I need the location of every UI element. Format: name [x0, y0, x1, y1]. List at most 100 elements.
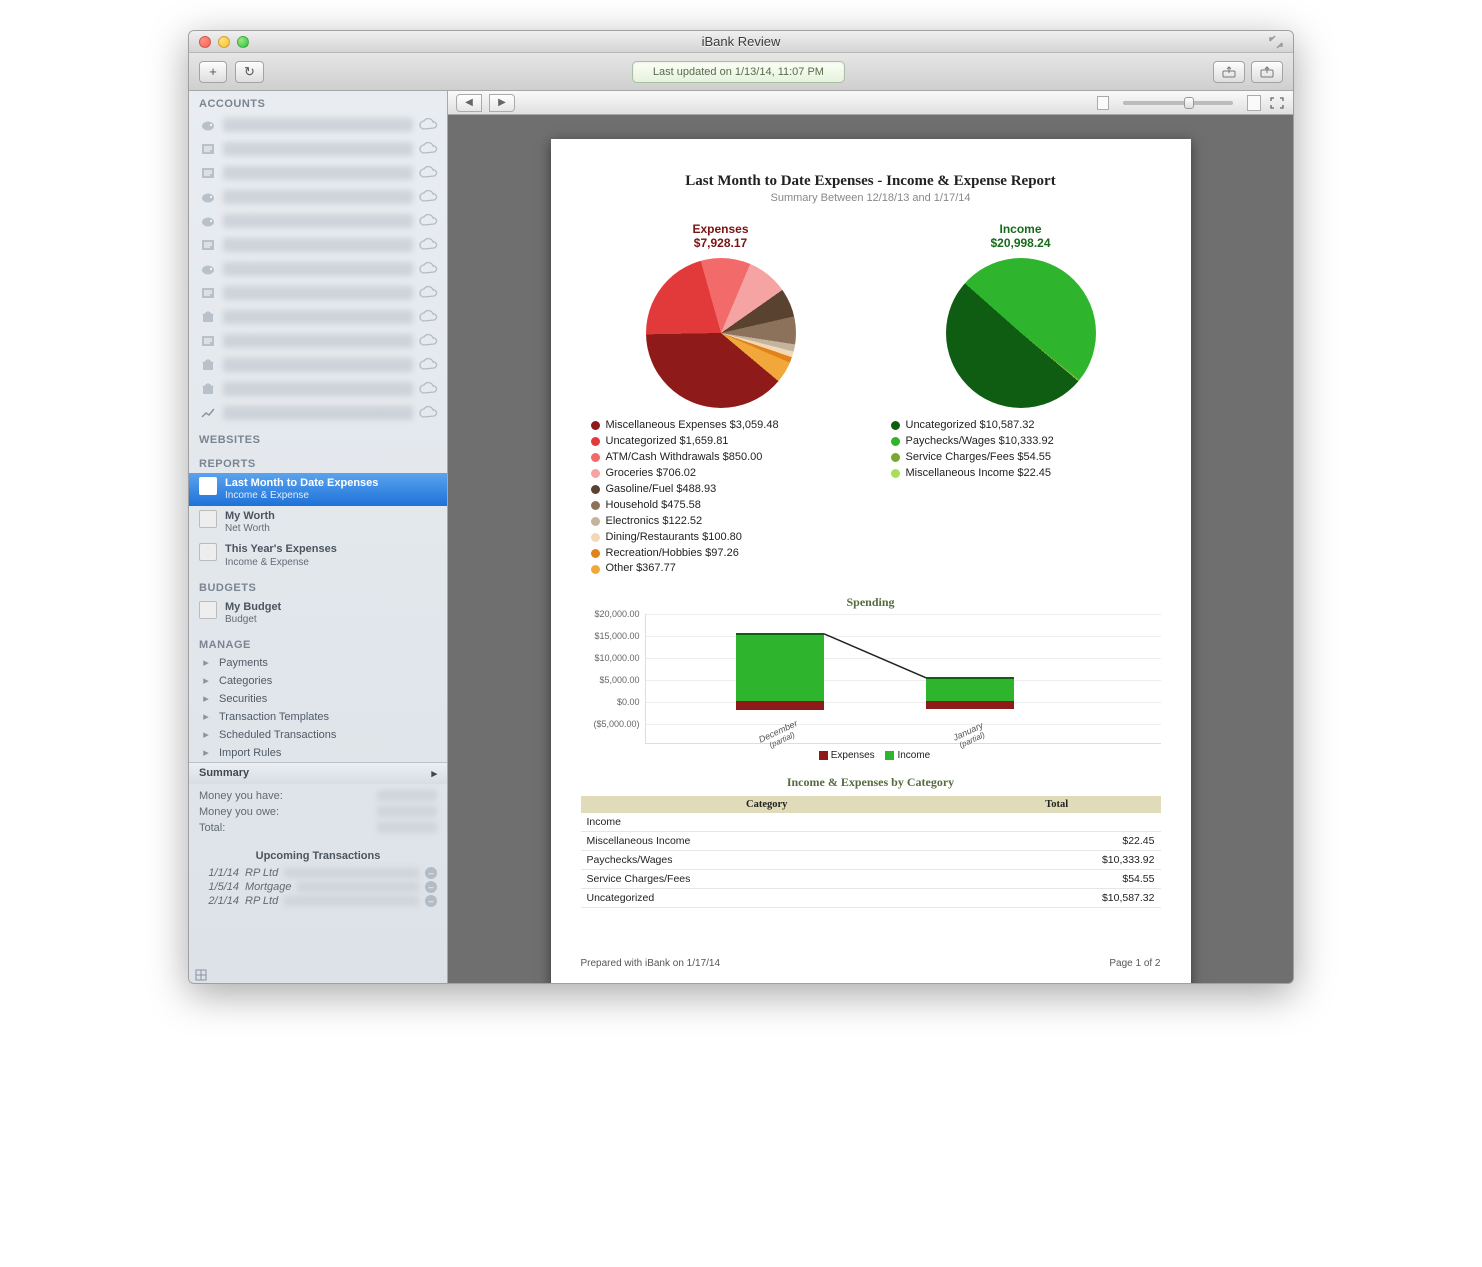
account-name-blurred — [223, 118, 413, 132]
report-sub-label: Income & Expense — [225, 557, 337, 569]
zoom-thumb[interactable] — [1184, 97, 1194, 109]
upcoming-name: RP Ltd — [245, 895, 278, 907]
bar-legend: Expenses Income — [581, 750, 1161, 761]
page-forward-button[interactable]: ▶ — [489, 94, 515, 112]
y-tick-label: $5,000.00 — [576, 675, 640, 685]
account-icon — [199, 212, 217, 230]
account-icon — [199, 308, 217, 326]
summary-key: Total: — [199, 822, 225, 834]
cloud-icon — [419, 262, 439, 276]
legend-row: Household $475.58 — [591, 498, 851, 514]
legend-row: Miscellaneous Income $22.45 — [891, 466, 1151, 482]
legend-swatch — [591, 453, 600, 462]
account-name-blurred — [223, 358, 413, 372]
manage-label: Scheduled Transactions — [219, 729, 336, 741]
legend-text: Gasoline/Fuel $488.93 — [606, 482, 717, 498]
y-tick-label: $20,000.00 — [576, 609, 640, 619]
account-name-blurred — [223, 238, 413, 252]
cloud-icon — [419, 118, 439, 132]
report-item[interactable]: This Year's Expenses Income & Expense — [189, 539, 447, 572]
dismiss-icon[interactable]: – — [425, 867, 437, 879]
account-name-blurred — [223, 190, 413, 204]
legend-row: Recreation/Hobbies $97.26 — [591, 546, 851, 562]
account-row[interactable] — [189, 185, 447, 209]
cell-total — [953, 813, 1161, 832]
income-label: Income — [999, 222, 1041, 236]
account-row[interactable] — [189, 377, 447, 401]
document-viewer[interactable]: Last Month to Date Expenses - Income & E… — [448, 115, 1293, 983]
share-button[interactable] — [1251, 61, 1283, 83]
spending-head: Spending — [581, 595, 1161, 610]
manage-item[interactable]: ▸Securities — [189, 690, 447, 708]
viewer-toolbar: ◀ ▶ — [448, 91, 1293, 115]
income-total: $20,998.24 — [891, 236, 1151, 250]
report-title-label: My Worth — [225, 510, 275, 523]
manage-item[interactable]: ▸Transaction Templates — [189, 708, 447, 726]
sidebar-head-manage: MANAGE — [189, 636, 447, 654]
expenses-label: Expenses — [692, 222, 748, 236]
page-large-icon[interactable] — [1247, 95, 1261, 111]
upcoming-row[interactable]: 1/1/14RP Ltd– — [199, 866, 437, 880]
manage-item[interactable]: ▸Categories — [189, 672, 447, 690]
y-tick-label: $15,000.00 — [576, 631, 640, 641]
legend-swatch — [591, 501, 600, 510]
legend-row: Other $367.77 — [591, 561, 851, 577]
upcoming-row[interactable]: 2/1/14 RP Ltd – — [199, 894, 437, 908]
upcoming-head: Upcoming Transactions — [199, 850, 437, 862]
summary-key: Money you have: — [199, 790, 283, 802]
account-row[interactable] — [189, 137, 447, 161]
account-row[interactable] — [189, 329, 447, 353]
legend-text: Household $475.58 — [606, 498, 701, 514]
page-small-icon[interactable] — [1097, 96, 1109, 110]
dismiss-icon[interactable]: – — [425, 895, 437, 907]
legend-row: ATM/Cash Withdrawals $850.00 — [591, 450, 851, 466]
report-item[interactable]: My Worth Net Worth — [189, 506, 447, 539]
account-row[interactable] — [189, 257, 447, 281]
zoom-slider[interactable] — [1123, 101, 1233, 105]
report-item[interactable]: Last Month to Date Expenses Income & Exp… — [189, 473, 447, 506]
upcoming-date: 2/1/14 — [199, 895, 239, 907]
account-row[interactable] — [189, 113, 447, 137]
account-row[interactable] — [189, 401, 447, 425]
account-icon — [199, 188, 217, 206]
budget-item[interactable]: My Budget Budget — [189, 597, 447, 630]
dismiss-icon[interactable]: – — [425, 881, 437, 893]
sidebar-footer-icon[interactable] — [189, 967, 447, 983]
export-button[interactable] — [1213, 61, 1245, 83]
account-icon — [199, 260, 217, 278]
upcoming-row[interactable]: 1/5/14Mortgage– — [199, 880, 437, 894]
account-row[interactable] — [189, 281, 447, 305]
manage-item[interactable]: ▸Scheduled Transactions — [189, 726, 447, 744]
account-row[interactable] — [189, 209, 447, 233]
y-tick-label: $0.00 — [576, 697, 640, 707]
window-title: iBank Review — [189, 34, 1293, 49]
legend-row: Paychecks/Wages $10,333.92 — [891, 434, 1151, 450]
fullscreen-viewer-icon[interactable] — [1269, 96, 1285, 110]
sidebar-head-budgets: BUDGETS — [189, 579, 447, 597]
cell-category: Miscellaneous Income — [581, 832, 953, 851]
cloud-icon — [419, 286, 439, 300]
expenses-total: $7,928.17 — [591, 236, 851, 250]
manage-icon: ▸ — [199, 692, 213, 706]
refresh-button[interactable]: ↻ — [235, 61, 264, 83]
account-row[interactable] — [189, 305, 447, 329]
legend-swatch — [891, 453, 900, 462]
spending-section: Spending ($5,000.00)$0.00$5,000.00$10,00… — [581, 595, 1161, 761]
expenses-legend: Miscellaneous Expenses $3,059.48Uncatego… — [591, 418, 851, 577]
manage-item[interactable]: ▸Payments — [189, 654, 447, 672]
manage-item[interactable]: ▸Import Rules — [189, 744, 447, 762]
report-icon — [199, 510, 217, 528]
manage-label: Transaction Templates — [219, 711, 329, 723]
add-button[interactable]: + — [199, 61, 227, 83]
account-row[interactable] — [189, 233, 447, 257]
page-back-button[interactable]: ◀ — [456, 94, 482, 112]
account-name-blurred — [223, 406, 413, 420]
account-icon — [199, 236, 217, 254]
account-row[interactable] — [189, 161, 447, 185]
summary-header[interactable]: Summary ▸ — [189, 762, 447, 784]
cloud-icon — [419, 142, 439, 156]
account-row[interactable] — [189, 353, 447, 377]
summary-value-blurred — [377, 822, 437, 833]
manage-icon: ▸ — [199, 656, 213, 670]
legend-swatch — [891, 437, 900, 446]
